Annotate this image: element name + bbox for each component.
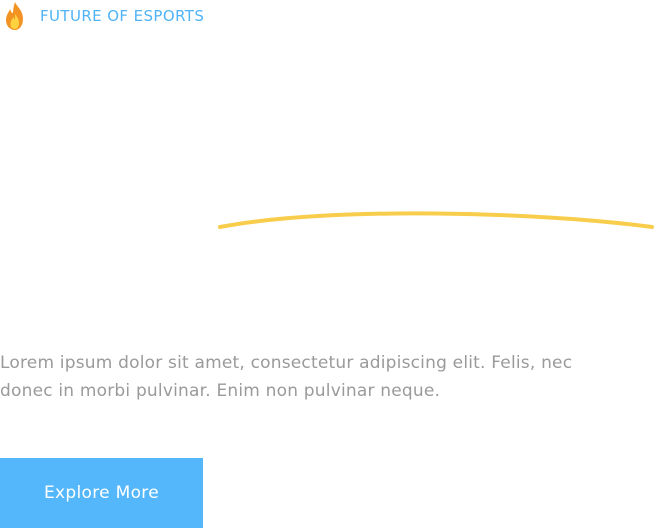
hero-description: Lorem ipsum dolor sit amet, consectetur …	[0, 353, 573, 401]
eyebrow-text: FUTURE OF ESPORTS	[40, 7, 205, 25]
hero-section: FUTURE OF ESPORTS Lorem ipsum dolor sit …	[0, 0, 660, 528]
fire-icon	[2, 0, 28, 32]
eyebrow: FUTURE OF ESPORTS	[2, 0, 204, 32]
explore-more-button[interactable]: Explore More	[0, 458, 203, 528]
headline-underline	[218, 211, 654, 229]
